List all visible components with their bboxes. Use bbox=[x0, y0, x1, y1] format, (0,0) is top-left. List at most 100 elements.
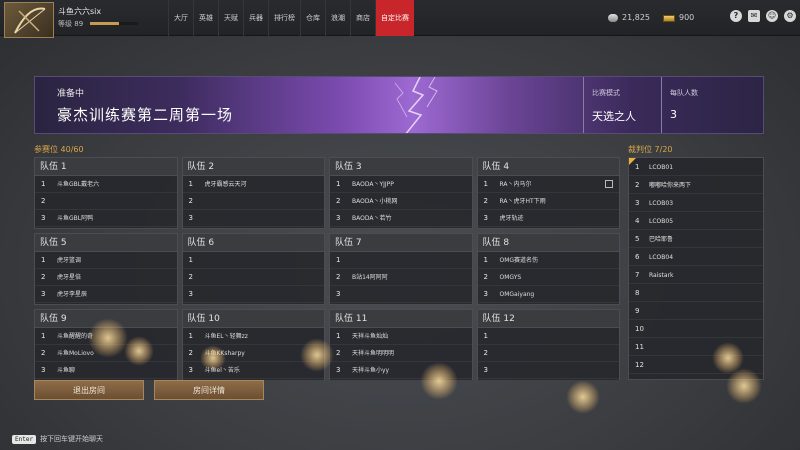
team-slot[interactable]: 3 bbox=[330, 286, 472, 303]
team-card[interactable]: 队伍 10 1 斗鱼EL丶轻舞zz 2 斗鱼KKsharpy 3 斗鱼el丶苦乐 bbox=[181, 309, 325, 380]
team-card[interactable]: 队伍 4 1 RA丶内马尔 2 RA丶虎牙HT下雨 3 虎牙轨迹 bbox=[476, 157, 620, 229]
referee-slot[interactable]: 2 嘟嘟哈你来两下 bbox=[629, 176, 763, 194]
friends-icon[interactable]: ☺ bbox=[766, 10, 778, 22]
referee-slot[interactable]: 6 LCOB04 bbox=[629, 248, 763, 266]
team-slot[interactable]: 3 天祥斗鱼小yy bbox=[330, 362, 472, 379]
referee-slot[interactable]: 8 bbox=[629, 284, 763, 302]
team-card[interactable]: 队伍 7 1 2 B站14阿阿阿 3 bbox=[329, 233, 473, 305]
nav-item-8[interactable]: 自定比赛 bbox=[375, 0, 414, 36]
referee-slot[interactable]: 7 Raistark bbox=[629, 266, 763, 284]
team-slot[interactable]: 2 斗鱼MoLiovo bbox=[35, 345, 177, 362]
slot-number: 1 bbox=[41, 180, 46, 188]
mail-icon[interactable]: ✉ bbox=[748, 10, 760, 22]
slot-number: 2 bbox=[336, 273, 341, 281]
player-name: BAODA丶若竹 bbox=[352, 215, 392, 222]
team-slot[interactable]: 2 bbox=[477, 345, 619, 362]
mode-value: 天选之人 bbox=[592, 110, 636, 123]
nav-item-5[interactable]: 仓库 bbox=[300, 0, 325, 36]
team-slot[interactable]: 1 天祥斗鱼灿灿 bbox=[330, 328, 472, 345]
team-card[interactable]: 队伍 3 1 BAODA丶YJJPP 2 BAODA丶小桃网 3 BAODA丶若竹 bbox=[329, 157, 473, 229]
room-details-button[interactable]: 房间详情 bbox=[154, 380, 264, 400]
team-card[interactable]: 队伍 2 1 虎牙霸感云天河 2 3 bbox=[181, 157, 325, 229]
bow-logo-icon[interactable] bbox=[4, 2, 54, 38]
nav-item-0[interactable]: 大厅 bbox=[168, 0, 193, 36]
team-slot[interactable]: 3 斗鱼GBL阿鸭 bbox=[35, 210, 177, 227]
team-card[interactable]: 队伍 11 1 天祥斗鱼灿灿 2 天祥斗鱼明明明 3 天祥斗鱼小yy bbox=[329, 309, 473, 380]
player-name: 天祥斗鱼小yy bbox=[352, 367, 390, 374]
top-bar: 斗鱼六六six 等级 89 大厅 英雄 天赋 兵器 排行榜 仓库 浪潮 商店 自定比赛 21,8… bbox=[0, 0, 800, 38]
team-slot[interactable]: 3 虎牙轨迹 bbox=[477, 210, 619, 227]
nav-item-1[interactable]: 英雄 bbox=[193, 0, 218, 36]
silver-currency: 21,825 bbox=[608, 0, 650, 36]
team-card[interactable]: 队伍 8 1 OMG赛道名伤 2 OMGYS 3 OMGaiyang bbox=[476, 233, 620, 305]
team-slot[interactable]: 1 BAODA丶YJJPP bbox=[330, 176, 472, 193]
team-slot[interactable]: 3 BAODA丶若竹 bbox=[330, 210, 472, 227]
team-card[interactable]: 队伍 9 1 斗鱼醒醒的奇 2 斗鱼MoLiovo 3 斗鱼聊 bbox=[34, 309, 178, 380]
exit-room-button[interactable]: 退出房间 bbox=[34, 380, 144, 400]
referee-number: 9 bbox=[635, 307, 640, 315]
team-card[interactable]: 队伍 6 1 2 3 bbox=[181, 233, 325, 305]
participant-slots-label: 参赛位 40/60 bbox=[34, 144, 84, 155]
team-card[interactable]: 队伍 1 1 斗鱼GBL戴老六 2 3 斗鱼GBL阿鸭 bbox=[34, 157, 178, 229]
nav-item-2[interactable]: 天赋 bbox=[218, 0, 243, 36]
nav-item-6[interactable]: 浪潮 bbox=[325, 0, 350, 36]
match-mode-box: 比赛模式 天选之人 bbox=[583, 77, 661, 133]
team-slot[interactable]: 3 OMGaiyang bbox=[477, 286, 619, 303]
referee-slot[interactable]: 3 LCOB03 bbox=[629, 194, 763, 212]
team-card[interactable]: 队伍 5 1 虎牙篮调 2 虎牙星倍 3 虎牙李星辰 bbox=[34, 233, 178, 305]
team-slot[interactable]: 1 斗鱼GBL戴老六 bbox=[35, 176, 177, 193]
team-slot[interactable]: 1 bbox=[330, 252, 472, 269]
referee-slot[interactable]: 5 巴哈耶鲁 bbox=[629, 230, 763, 248]
edit-icon[interactable] bbox=[605, 180, 613, 188]
team-slot[interactable]: 1 bbox=[182, 252, 324, 269]
team-slot[interactable]: 2 斗鱼KKsharpy bbox=[182, 345, 324, 362]
team-slot[interactable]: 3 斗鱼el丶苦乐 bbox=[182, 362, 324, 379]
team-slot[interactable]: 1 虎牙霸感云天河 bbox=[182, 176, 324, 193]
team-name: 队伍 7 bbox=[330, 234, 472, 252]
team-slot[interactable]: 2 B站14阿阿阿 bbox=[330, 269, 472, 286]
player-name: 虎牙李星辰 bbox=[57, 291, 88, 298]
referee-slot[interactable]: 10 bbox=[629, 320, 763, 338]
referee-number: 8 bbox=[635, 289, 640, 297]
team-slot[interactable]: 2 bbox=[182, 269, 324, 286]
slot-number: 1 bbox=[336, 332, 341, 340]
slot-number: 3 bbox=[336, 214, 341, 222]
help-icon[interactable]: ? bbox=[730, 10, 742, 22]
team-slot[interactable]: 1 虎牙篮调 bbox=[35, 252, 177, 269]
team-slot[interactable]: 1 斗鱼EL丶轻舞zz bbox=[182, 328, 324, 345]
referee-slot[interactable]: 9 bbox=[629, 302, 763, 320]
team-slot[interactable]: 2 天祥斗鱼明明明 bbox=[330, 345, 472, 362]
host-corner-icon bbox=[629, 158, 636, 165]
referee-slot[interactable]: 12 bbox=[629, 356, 763, 374]
bokeh-light bbox=[566, 380, 600, 414]
nav-item-4[interactable]: 排行榜 bbox=[268, 0, 300, 36]
referee-slot[interactable]: 4 LCOB05 bbox=[629, 212, 763, 230]
referee-number: 5 bbox=[635, 235, 640, 243]
team-slot[interactable]: 2 虎牙星倍 bbox=[35, 269, 177, 286]
team-card[interactable]: 队伍 12 1 2 3 bbox=[476, 309, 620, 380]
team-slot[interactable]: 1 RA丶内马尔 bbox=[477, 176, 619, 193]
team-slot[interactable]: 3 bbox=[477, 362, 619, 379]
team-slot[interactable]: 3 虎牙李星辰 bbox=[35, 286, 177, 303]
team-slot[interactable]: 1 OMG赛道名伤 bbox=[477, 252, 619, 269]
team-slot[interactable]: 2 bbox=[182, 193, 324, 210]
nav-item-3[interactable]: 兵器 bbox=[243, 0, 268, 36]
settings-icon[interactable]: ⚙ bbox=[784, 10, 796, 22]
referee-slots-label: 裁判位 7/20 bbox=[628, 144, 673, 155]
team-slot[interactable]: 2 BAODA丶小桃网 bbox=[330, 193, 472, 210]
team-slot[interactable]: 1 bbox=[477, 328, 619, 345]
referee-slot[interactable]: 11 bbox=[629, 338, 763, 356]
player-name[interactable]: 斗鱼六六six bbox=[58, 6, 101, 17]
team-slot[interactable]: 3 bbox=[182, 210, 324, 227]
nav-item-7[interactable]: 商店 bbox=[350, 0, 375, 36]
team-slot[interactable]: 2 bbox=[35, 193, 177, 210]
match-title: 豪杰训练赛第二周第一场 bbox=[57, 106, 234, 124]
referee-slot[interactable]: 1 LCOB01 bbox=[629, 158, 763, 176]
team-slot[interactable]: 1 斗鱼醒醒的奇 bbox=[35, 328, 177, 345]
team-slot[interactable]: 2 RA丶虎牙HT下雨 bbox=[477, 193, 619, 210]
team-slot[interactable]: 3 斗鱼聊 bbox=[35, 362, 177, 379]
room-status: 准备中 bbox=[57, 89, 85, 99]
team-slot[interactable]: 3 bbox=[182, 286, 324, 303]
slot-number: 1 bbox=[336, 256, 341, 264]
team-slot[interactable]: 2 OMGYS bbox=[477, 269, 619, 286]
